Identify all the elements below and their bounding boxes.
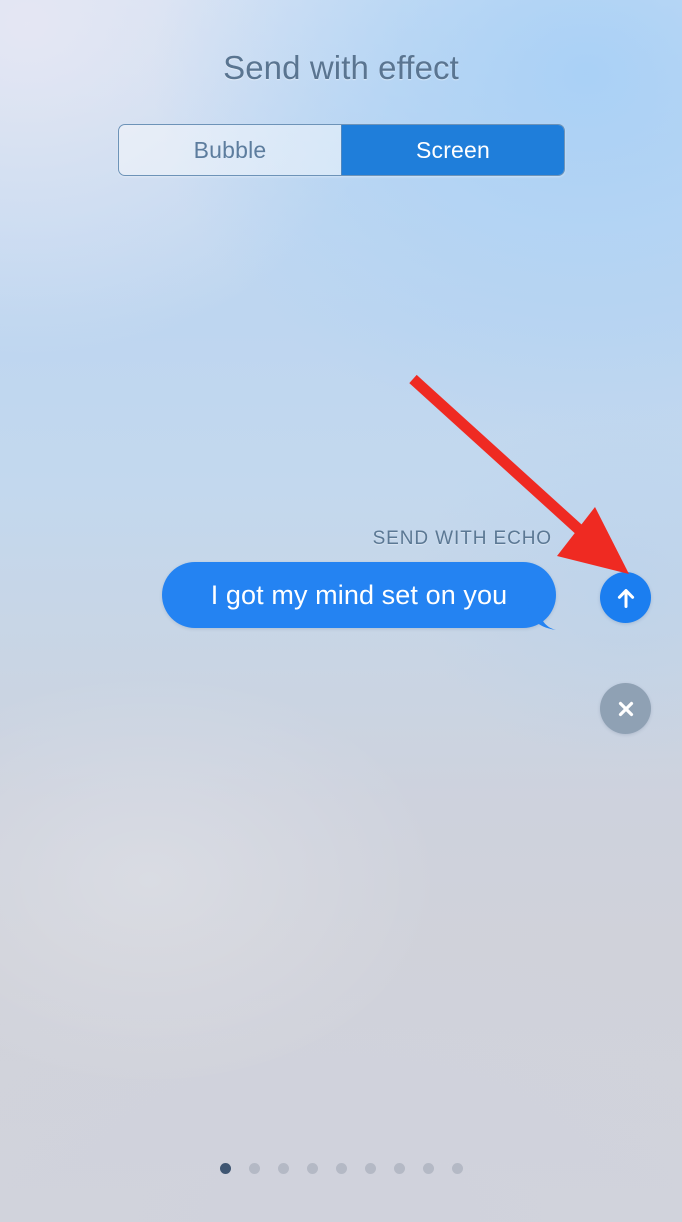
message-bubble-text: I got my mind set on you <box>162 562 556 628</box>
page-dot[interactable] <box>277 1163 289 1174</box>
arrow-up-icon <box>617 588 634 608</box>
send-with-effect-screen: Send with effect Bubble Screen SEND WITH… <box>0 0 682 1222</box>
page-dot[interactable] <box>248 1163 260 1174</box>
effect-type-segmented-control[interactable]: Bubble Screen <box>118 124 565 176</box>
page-dot[interactable] <box>393 1163 405 1174</box>
tab-bubble[interactable]: Bubble <box>119 125 341 175</box>
page-dot[interactable] <box>451 1163 463 1174</box>
send-button[interactable] <box>600 572 651 623</box>
page-indicator[interactable] <box>0 1163 682 1174</box>
close-button[interactable] <box>600 683 651 734</box>
close-x-icon <box>618 701 633 716</box>
page-dot[interactable] <box>422 1163 434 1174</box>
page-dot[interactable] <box>364 1163 376 1174</box>
tab-screen[interactable]: Screen <box>341 125 564 175</box>
message-bubble: I got my mind set on you <box>162 562 556 630</box>
message-bubble-tail <box>526 601 560 631</box>
page-dot[interactable] <box>219 1163 231 1174</box>
effect-name-label: SEND WITH ECHO <box>372 528 552 549</box>
page-dot[interactable] <box>306 1163 318 1174</box>
page-dot[interactable] <box>335 1163 347 1174</box>
page-title: Send with effect <box>223 49 459 86</box>
